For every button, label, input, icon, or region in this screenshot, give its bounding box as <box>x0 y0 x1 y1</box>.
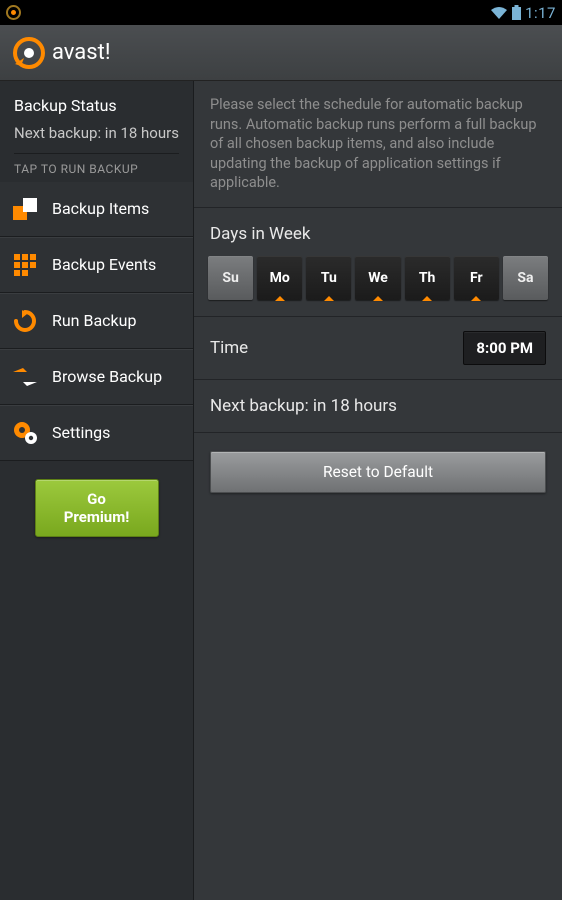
battery-icon <box>512 5 521 20</box>
sidebar-item-browse-backup[interactable]: Browse Backup <box>0 349 193 405</box>
premium-line2: Premium! <box>64 508 130 526</box>
day-toggle-sa[interactable]: Sa <box>503 256 548 300</box>
go-premium-button[interactable]: Go Premium! <box>35 479 159 537</box>
app-title: avast! <box>52 40 111 65</box>
sidebar-item-label: Run Backup <box>52 311 136 330</box>
sidebar-item-settings[interactable]: Settings <box>0 405 193 461</box>
app-header: avast! <box>0 25 562 81</box>
days-row: SuMoTuWeThFrSa <box>194 256 562 317</box>
sidebar-item-label: Backup Events <box>52 255 156 274</box>
day-toggle-tu[interactable]: Tu <box>306 256 351 300</box>
backup-items-icon <box>12 196 38 222</box>
time-row: Time 8:00 PM <box>194 317 562 380</box>
app-title-text: avast <box>52 40 105 65</box>
settings-icon <box>12 420 38 446</box>
days-in-week-label: Days in Week <box>194 208 562 256</box>
time-picker-button[interactable]: 8:00 PM <box>463 331 546 365</box>
sidebar: Backup Status Next backup: in 18 hours T… <box>0 81 194 900</box>
avast-notification-icon <box>6 5 21 20</box>
backup-status-block: Backup Status Next backup: in 18 hours <box>0 81 193 153</box>
next-backup-text: Next backup: in 18 hours <box>194 380 562 433</box>
avast-logo-icon <box>12 36 46 70</box>
android-status-bar: 1:17 <box>0 0 562 25</box>
reset-to-default-button[interactable]: Reset to Default <box>210 451 546 493</box>
backup-status-title: Backup Status <box>14 95 179 117</box>
browse-backup-icon <box>12 364 38 390</box>
backup-status-sub: Next backup: in 18 hours <box>14 123 179 143</box>
sidebar-nav: Backup Items Backup Events Run Backup <box>0 182 193 461</box>
run-backup-icon <box>12 308 38 334</box>
status-bar-clock: 1:17 <box>525 4 556 22</box>
sidebar-item-label: Browse Backup <box>52 367 162 386</box>
premium-line1: Go <box>87 490 106 508</box>
app-title-bang: ! <box>105 40 111 65</box>
day-toggle-su[interactable]: Su <box>208 256 253 300</box>
tap-to-run-label: TAP TO RUN BACKUP <box>0 154 193 182</box>
wifi-icon <box>490 6 508 20</box>
sidebar-item-run-backup[interactable]: Run Backup <box>0 293 193 349</box>
day-toggle-we[interactable]: We <box>355 256 400 300</box>
sidebar-item-label: Backup Items <box>52 199 149 218</box>
day-toggle-fr[interactable]: Fr <box>454 256 499 300</box>
sidebar-item-backup-events[interactable]: Backup Events <box>0 237 193 293</box>
content-pane: Please select the schedule for automatic… <box>194 81 562 900</box>
time-label: Time <box>210 338 248 358</box>
backup-events-icon <box>12 252 38 278</box>
sidebar-item-backup-items[interactable]: Backup Items <box>0 182 193 237</box>
sidebar-item-label: Settings <box>52 423 110 442</box>
day-toggle-mo[interactable]: Mo <box>257 256 302 300</box>
schedule-description: Please select the schedule for automatic… <box>194 81 562 208</box>
day-toggle-th[interactable]: Th <box>405 256 450 300</box>
